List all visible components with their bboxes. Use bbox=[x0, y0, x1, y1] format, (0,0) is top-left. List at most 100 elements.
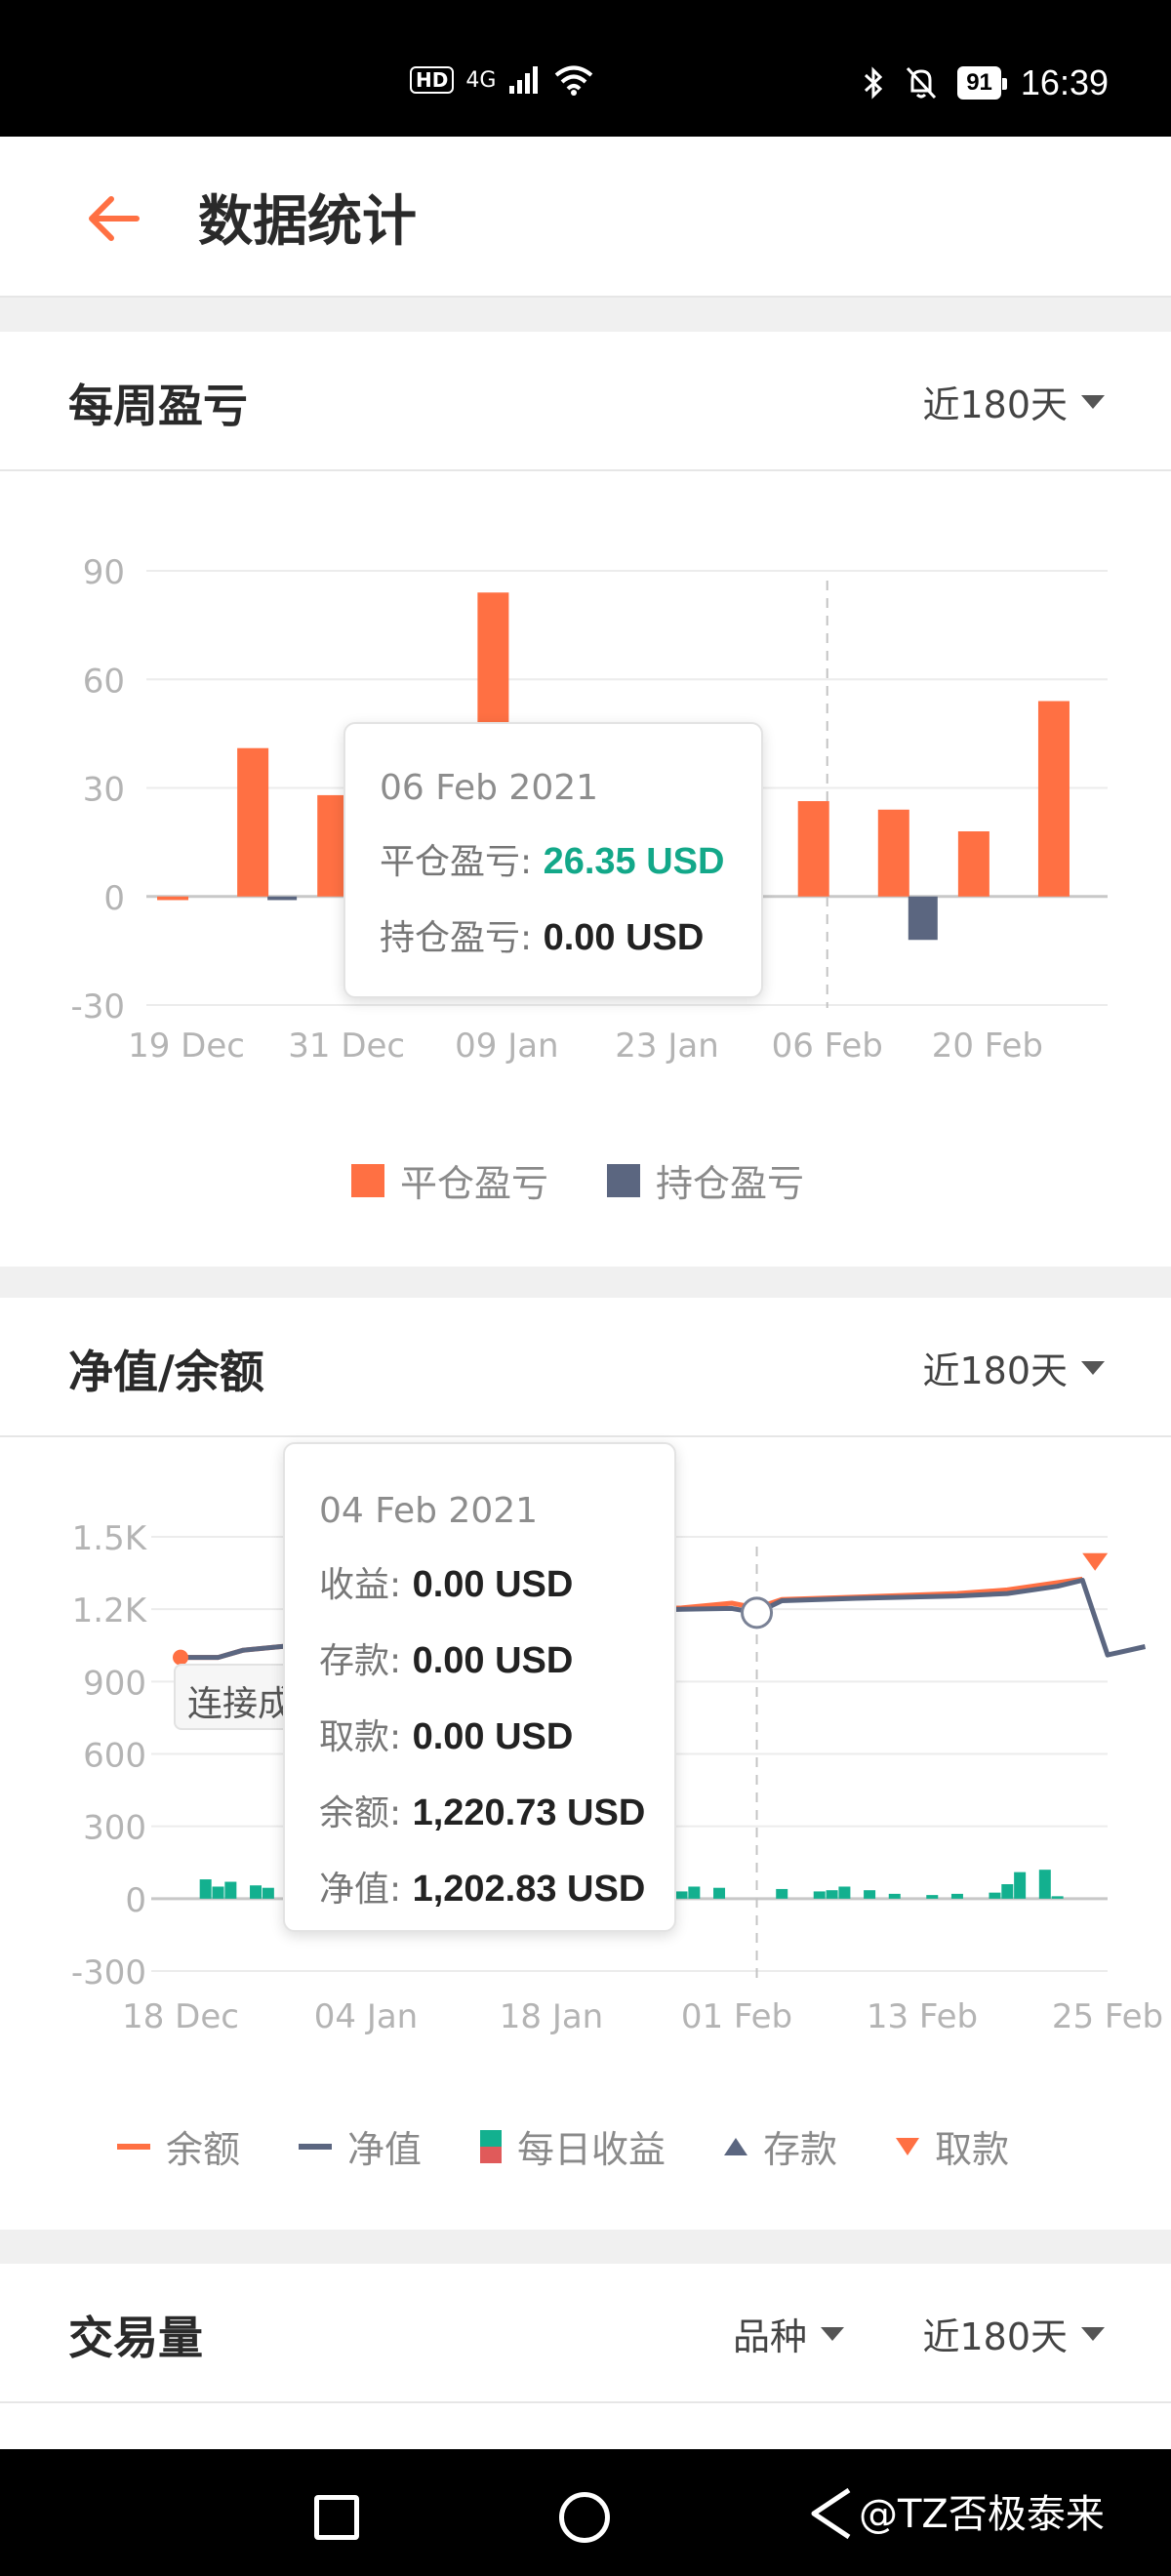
wifi-icon bbox=[555, 65, 593, 96]
chevron-down-icon bbox=[821, 2326, 844, 2341]
legend-swatch-orange bbox=[351, 1163, 384, 1197]
nav-back-icon[interactable] bbox=[810, 2486, 853, 2541]
x-tick-label: 25 Feb bbox=[1052, 1997, 1163, 2036]
equity-balance-tooltip: 04 Feb 2021 收益: 0.00 USD 存款: 0.00 USD 取款… bbox=[283, 1442, 676, 1932]
legend-equity[interactable]: 净值 bbox=[299, 2119, 422, 2173]
y-tick-label: 90 bbox=[83, 553, 125, 592]
tooltip-withdraw: 取款: 0.00 USD bbox=[319, 1716, 574, 1757]
tooltip-date: 04 Feb 2021 bbox=[319, 1491, 539, 1531]
daily-profit-bar bbox=[1014, 1872, 1027, 1899]
back-button[interactable] bbox=[78, 180, 156, 258]
x-tick-label: 01 Feb bbox=[681, 1997, 792, 2036]
chevron-down-icon bbox=[1081, 1360, 1105, 1375]
volume-title: 交易量 bbox=[68, 2312, 203, 2364]
daily-profit-bar bbox=[776, 1888, 788, 1899]
daily-profit-bar bbox=[1051, 1896, 1064, 1899]
volume-variety-label: 品种 bbox=[732, 2315, 807, 2358]
daily-profit-bar bbox=[713, 1887, 726, 1899]
legend-open-pnl[interactable]: 持仓盈亏 bbox=[607, 1153, 804, 1207]
weekly-pnl-title: 每周盈亏 bbox=[68, 380, 248, 432]
x-tick-label: 09 Jan bbox=[455, 1026, 558, 1066]
daily-profit-bar bbox=[838, 1886, 851, 1899]
legend-deposit[interactable]: 存款 bbox=[724, 2119, 837, 2173]
weekly-pnl-tooltip: 06 Feb 2021 平仓盈亏: 26.35 USD 持仓盈亏: 0.00 U… bbox=[343, 722, 763, 998]
tooltip-equity: 净值: 1,202.83 USD bbox=[319, 1869, 646, 1910]
legend-label: 余额 bbox=[166, 2128, 241, 2171]
back-arrow-icon bbox=[89, 196, 140, 241]
daily-profit-bar bbox=[262, 1887, 274, 1899]
system-indicators: 91 16:39 bbox=[862, 62, 1109, 103]
closed-pnl-bar bbox=[957, 831, 989, 897]
y-tick-label: 0 bbox=[125, 1881, 146, 1920]
daily-profit-bar bbox=[224, 1881, 237, 1899]
x-tick-label: 04 Jan bbox=[314, 1997, 418, 2036]
system-nav-bar: @TZ否极泰来 bbox=[0, 2449, 1171, 2576]
daily-profit-bar bbox=[199, 1879, 212, 1899]
tooltip-open-pnl: 持仓盈亏: 0.00 USD bbox=[380, 917, 705, 958]
chevron-down-icon bbox=[1081, 394, 1105, 409]
network-indicators: HD 4G bbox=[410, 64, 593, 96]
watermark: @TZ否极泰来 bbox=[859, 2492, 1105, 2537]
equity-balance-range-dropdown[interactable]: 近180天 bbox=[922, 1341, 1105, 1394]
legend-withdraw[interactable]: 取款 bbox=[896, 2119, 1009, 2173]
legend-label: 持仓盈亏 bbox=[656, 1162, 805, 1205]
recent-apps-button[interactable] bbox=[314, 2495, 359, 2540]
legend-swatch-orange-line bbox=[117, 2143, 150, 2150]
battery-indicator: 91 bbox=[957, 66, 1007, 100]
y-tick-label: 300 bbox=[83, 1809, 146, 1848]
home-button[interactable] bbox=[559, 2492, 610, 2543]
hd-badge: HD bbox=[410, 66, 455, 94]
signal-icon bbox=[509, 66, 539, 94]
x-tick-label: 13 Feb bbox=[867, 1997, 978, 2036]
daily-profit-bar bbox=[1001, 1884, 1014, 1899]
daily-profit-bar bbox=[813, 1891, 826, 1899]
volume-card: 交易量 品种 近180天 bbox=[0, 2264, 1171, 2449]
volume-variety-dropdown[interactable]: 品种 bbox=[733, 2307, 844, 2360]
chevron-down-icon bbox=[1081, 2326, 1105, 2341]
daily-profit-bar bbox=[1038, 1870, 1051, 1899]
clock: 16:39 bbox=[1020, 62, 1109, 102]
app-header: 数据统计 bbox=[0, 137, 1171, 298]
x-tick-label: 18 Dec bbox=[122, 1997, 239, 2036]
legend-balance[interactable]: 余额 bbox=[117, 2119, 240, 2173]
legend-label: 取款 bbox=[935, 2128, 1010, 2171]
equity-balance-header: 净值/余额 近180天 bbox=[0, 1298, 1171, 1437]
status-bar: HD 4G 91 16:39 bbox=[0, 0, 1171, 137]
x-tick-label: 19 Dec bbox=[128, 1026, 245, 1066]
legend-label: 平仓盈亏 bbox=[400, 1162, 549, 1205]
daily-profit-bar bbox=[989, 1892, 1001, 1899]
y-tick-label: 1.2K bbox=[72, 1591, 148, 1630]
volume-range-dropdown[interactable]: 近180天 bbox=[922, 2307, 1105, 2360]
x-tick-label: 31 Dec bbox=[288, 1026, 405, 1066]
tooltip-deposit: 存款: 0.00 USD bbox=[319, 1640, 574, 1681]
y-tick-label: -300 bbox=[71, 1953, 146, 1992]
tooltip-profit: 收益: 0.00 USD bbox=[319, 1564, 574, 1605]
open-pnl-bar bbox=[267, 896, 298, 901]
x-tick-label: 20 Feb bbox=[932, 1026, 1043, 1066]
y-tick-label: -30 bbox=[70, 987, 125, 1026]
withdraw-marker bbox=[1082, 1552, 1109, 1571]
y-tick-label: 0 bbox=[103, 879, 125, 918]
legend-swatch-deposit bbox=[724, 2137, 748, 2155]
page-title: 数据统计 bbox=[198, 190, 417, 254]
legend-swatch-slate-line bbox=[299, 2143, 333, 2150]
daily-profit-bar bbox=[688, 1886, 701, 1899]
highlight-point-marker bbox=[741, 1596, 774, 1630]
tooltip-balance: 余额: 1,220.73 USD bbox=[319, 1792, 646, 1833]
weekly-pnl-legend: 平仓盈亏 持仓盈亏 bbox=[351, 1153, 863, 1207]
volume-range-label: 近180天 bbox=[922, 2315, 1068, 2358]
tooltip-date: 06 Feb 2021 bbox=[380, 768, 599, 808]
bluetooth-icon bbox=[865, 66, 883, 100]
legend-daily-profit[interactable]: 每日收益 bbox=[480, 2119, 666, 2173]
daily-profit-bar bbox=[926, 1895, 939, 1899]
y-tick-label: 600 bbox=[83, 1737, 146, 1776]
equity-balance-legend: 余额 净值 每日收益 存款 取款 bbox=[117, 2119, 1068, 2173]
closed-pnl-bar bbox=[237, 747, 269, 897]
weekly-pnl-range-dropdown[interactable]: 近180天 bbox=[922, 375, 1105, 428]
y-tick-label: 900 bbox=[83, 1664, 146, 1703]
legend-label: 每日收益 bbox=[517, 2128, 666, 2171]
legend-closed-pnl[interactable]: 平仓盈亏 bbox=[351, 1153, 548, 1207]
open-pnl-bar bbox=[908, 896, 938, 941]
daily-profit-bar bbox=[250, 1885, 262, 1899]
legend-swatch-daily bbox=[480, 2129, 503, 2163]
